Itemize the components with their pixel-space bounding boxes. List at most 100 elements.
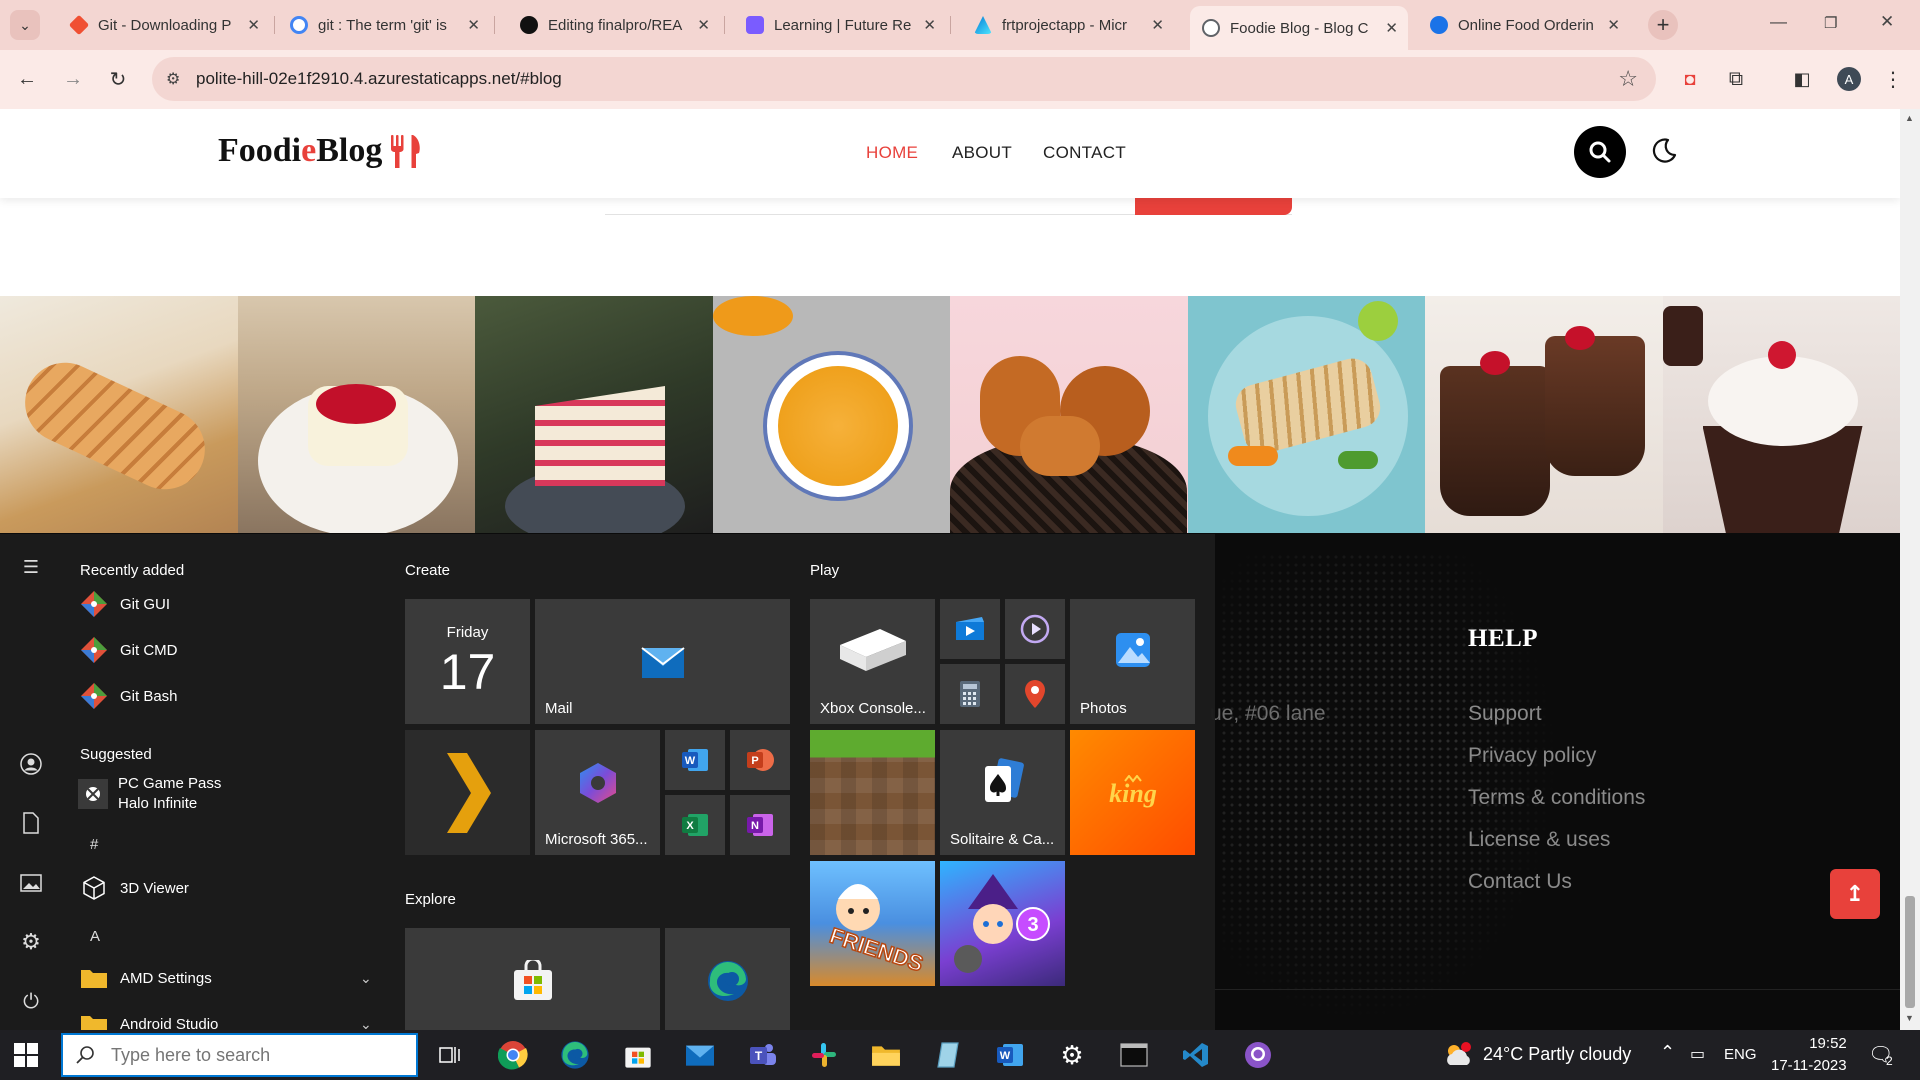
- hamburger-menu-icon[interactable]: ☰: [18, 554, 44, 580]
- tab-foodie-blog[interactable]: Foodie Blog - Blog C ✕: [1190, 6, 1408, 50]
- calculator-tile[interactable]: [940, 664, 1000, 724]
- tab-learning[interactable]: Learning | Future Re ✕: [734, 8, 946, 42]
- tab-frtprojectapp[interactable]: frtprojectapp - Micr ✕: [962, 8, 1174, 42]
- footer-link-license[interactable]: License & uses: [1468, 828, 1610, 852]
- app-android-studio[interactable]: Android Studio: [78, 1008, 218, 1030]
- gallery-image-fried-chicken[interactable]: [950, 296, 1188, 533]
- app-git-cmd[interactable]: Git CMD: [78, 634, 178, 666]
- chevron-down-icon[interactable]: ⌄: [360, 1016, 372, 1030]
- app-git-gui[interactable]: Git GUI: [78, 588, 170, 620]
- close-icon[interactable]: ✕: [697, 16, 710, 34]
- minecraft-tile[interactable]: [810, 730, 935, 855]
- site-logo[interactable]: Foodi e Blog: [218, 131, 424, 171]
- page-scrollbar[interactable]: ▲ ▼: [1900, 109, 1920, 1030]
- gallery-image-raspberry-cake[interactable]: [475, 296, 713, 533]
- new-tab-button[interactable]: +: [1648, 10, 1678, 40]
- pictures-icon[interactable]: [18, 870, 44, 896]
- gallery-image-pumpkin-soup[interactable]: [712, 296, 950, 533]
- task-view-icon[interactable]: [432, 1037, 468, 1073]
- more-menu-icon[interactable]: ⋮: [1878, 64, 1908, 94]
- gallery-image-chocolate-mousse[interactable]: [1425, 296, 1663, 533]
- maps-tile[interactable]: [1005, 664, 1065, 724]
- letter-group-hash[interactable]: #: [90, 836, 98, 853]
- calendar-tile[interactable]: Friday 17: [405, 599, 530, 724]
- mail-tile[interactable]: Mail: [535, 599, 790, 724]
- site-search-button[interactable]: [1574, 126, 1626, 178]
- edge-tile[interactable]: [665, 928, 790, 1030]
- close-icon[interactable]: ✕: [1385, 19, 1398, 37]
- dark-mode-moon-icon[interactable]: [1650, 137, 1678, 165]
- minimize-button[interactable]: —: [1770, 12, 1787, 32]
- tab-editing-finalpro[interactable]: Editing finalpro/REA ✕: [508, 8, 720, 42]
- nav-about-link[interactable]: ABOUT: [952, 143, 1012, 163]
- nav-contact-link[interactable]: CONTACT: [1043, 143, 1126, 163]
- gallery-image-bread[interactable]: [0, 296, 238, 533]
- footer-link-contact[interactable]: Contact Us: [1468, 870, 1572, 894]
- letter-group-a[interactable]: A: [90, 928, 100, 945]
- word-icon[interactable]: W: [992, 1037, 1028, 1073]
- gallery-image-cupcake[interactable]: [1662, 296, 1900, 533]
- footer-link-terms[interactable]: Terms & conditions: [1468, 786, 1645, 810]
- taskbar-search-box[interactable]: [61, 1033, 418, 1077]
- weather-text[interactable]: 24°C Partly cloudy: [1483, 1044, 1631, 1065]
- tab-online-food[interactable]: Online Food Orderin ✕: [1418, 8, 1630, 42]
- plex-tile[interactable]: [405, 730, 530, 855]
- solitaire-tile[interactable]: Solitaire & Ca...: [940, 730, 1065, 855]
- vscode-icon[interactable]: [1178, 1037, 1214, 1073]
- pocket-extension-icon[interactable]: ◘: [1675, 64, 1705, 94]
- movies-tv-tile[interactable]: [940, 599, 1000, 659]
- scrollbar-thumb[interactable]: [1905, 896, 1915, 1008]
- app-pc-game-pass[interactable]: PC Game Pass Halo Infinite: [78, 774, 221, 816]
- footer-link-privacy[interactable]: Privacy policy: [1468, 744, 1596, 768]
- excel-tile[interactable]: X: [665, 795, 725, 855]
- app-amd-settings[interactable]: AMD Settings: [78, 962, 212, 994]
- nav-home-link[interactable]: HOME: [866, 143, 918, 163]
- footer-link-support[interactable]: Support: [1468, 702, 1542, 726]
- xbox-console-tile[interactable]: Xbox Console...: [810, 599, 935, 724]
- gallery-image-grilled-fish[interactable]: [1187, 296, 1425, 533]
- mail-icon[interactable]: [682, 1037, 718, 1073]
- subscribe-button[interactable]: [1135, 197, 1292, 215]
- restore-button[interactable]: ❐: [1824, 14, 1837, 32]
- reload-button[interactable]: ↻: [103, 64, 133, 94]
- battery-icon[interactable]: ▭: [1690, 1044, 1705, 1064]
- address-bar[interactable]: ⚙ polite-hill-02e1f2910.4.azurestaticapp…: [152, 57, 1656, 101]
- app-3d-viewer[interactable]: 3D Viewer: [78, 872, 189, 904]
- candy-crush-friends-tile[interactable]: FRIENDS: [810, 861, 935, 986]
- close-icon[interactable]: ✕: [467, 16, 480, 34]
- close-icon[interactable]: ✕: [923, 16, 936, 34]
- bubble-witch-tile[interactable]: 3: [940, 861, 1065, 986]
- app-git-bash[interactable]: Git Bash: [78, 680, 178, 712]
- power-icon[interactable]: ⏻: [18, 989, 44, 1015]
- microsoft-store-icon[interactable]: [620, 1037, 656, 1073]
- forward-button[interactable]: →: [58, 64, 88, 94]
- file-explorer-icon[interactable]: [868, 1037, 904, 1073]
- back-button[interactable]: ←: [12, 64, 42, 94]
- documents-icon[interactable]: [18, 810, 44, 836]
- teams-icon[interactable]: T: [744, 1037, 780, 1073]
- chrome-icon[interactable]: [495, 1037, 531, 1073]
- language-indicator[interactable]: ENG: [1724, 1046, 1757, 1063]
- clock-date[interactable]: 17-11-2023: [1771, 1057, 1847, 1074]
- user-account-icon[interactable]: [18, 751, 44, 777]
- tab-search-dropdown-button[interactable]: ⌄: [10, 10, 40, 40]
- tab-git-term[interactable]: git : The term 'git' is ✕: [278, 8, 490, 42]
- powerpoint-tile[interactable]: P: [730, 730, 790, 790]
- close-icon[interactable]: ✕: [1151, 16, 1164, 34]
- close-icon[interactable]: ✕: [247, 16, 260, 34]
- settings-gear-icon[interactable]: ⚙: [1054, 1037, 1090, 1073]
- github-desktop-icon[interactable]: [1240, 1037, 1276, 1073]
- search-input[interactable]: [111, 1044, 391, 1066]
- gallery-image-panna-cotta[interactable]: [237, 296, 475, 533]
- profile-avatar[interactable]: A: [1837, 67, 1861, 91]
- close-icon[interactable]: ✕: [1607, 16, 1620, 34]
- groove-music-tile[interactable]: [1005, 599, 1065, 659]
- word-tile[interactable]: W: [665, 730, 725, 790]
- weather-cloud-icon[interactable]: [1440, 1037, 1476, 1073]
- windows-start-icon[interactable]: [14, 1043, 38, 1067]
- tab-git-downloading[interactable]: Git - Downloading P ✕: [58, 8, 270, 42]
- side-panel-icon[interactable]: ◧: [1787, 64, 1817, 94]
- chevron-up-icon[interactable]: ⌃: [1660, 1042, 1675, 1063]
- chevron-down-icon[interactable]: ⌄: [360, 970, 372, 987]
- clock-time[interactable]: 19:52: [1788, 1035, 1868, 1052]
